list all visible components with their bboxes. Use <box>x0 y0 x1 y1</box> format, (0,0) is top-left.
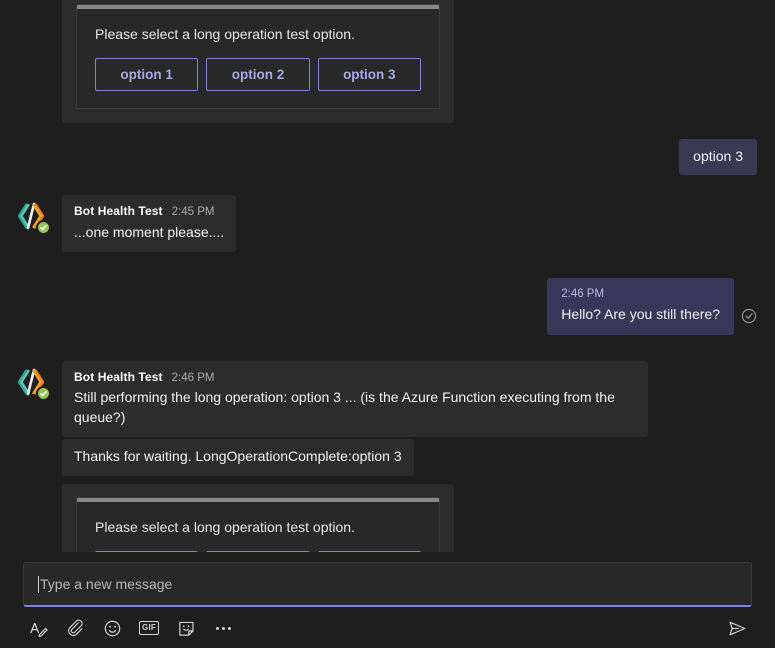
avatar[interactable] <box>14 199 51 236</box>
message-row-bot-still-working: Bot Health Test 2:46 PM Still performing… <box>0 360 775 438</box>
card-bottom-option-1-button[interactable]: option 1 <box>95 551 199 552</box>
presence-badge-available <box>36 385 51 401</box>
message-row-card-top: Please select a long operation test opti… <box>0 0 775 124</box>
user-followup-bubble[interactable]: 2:46 PM Hello? Are you still there? <box>547 277 734 335</box>
adaptive-card-bottom: Please select a long operation test opti… <box>62 484 454 552</box>
adaptive-card-top: Please select a long operation test opti… <box>62 0 454 124</box>
avatar-slot-empty <box>14 439 62 443</box>
bot-waiting-bubble[interactable]: Bot Health Test 2:45 PM ...one moment pl… <box>62 195 237 252</box>
message-timestamp: 2:46 PM <box>561 287 605 300</box>
compose-box[interactable] <box>23 562 752 607</box>
send-icon[interactable] <box>723 616 751 640</box>
user-choice-bubble[interactable]: option 3 <box>679 139 757 176</box>
read-receipt-circle-check-icon <box>741 308 757 324</box>
avatar-slot-empty <box>14 484 62 488</box>
emoji-icon[interactable] <box>98 616 126 640</box>
check-icon <box>40 225 47 231</box>
user-choice-text: option 3 <box>693 148 743 165</box>
card-bottom-option-3-button[interactable]: option 3 <box>317 551 421 552</box>
bot-still-working-bubble[interactable]: Bot Health Test 2:46 PM Still performing… <box>62 360 648 438</box>
message-row-user-followup: 2:46 PM Hello? Are you still there? <box>0 277 775 335</box>
message-row-bot-waiting: Bot Health Test 2:45 PM ...one moment pl… <box>0 195 775 252</box>
user-followup-text: Hello? Are you still there? <box>561 305 720 322</box>
presence-badge-available <box>36 220 51 236</box>
adaptive-card-bottom-body: Please select a long operation test opti… <box>76 497 440 552</box>
chat-application: Please select a long operation test opti… <box>0 0 775 648</box>
card-bottom-option-2-button[interactable]: option 2 <box>206 551 310 552</box>
avatar-slot <box>14 361 62 401</box>
card-top-option-2-button[interactable]: option 2 <box>206 58 310 92</box>
bot-waiting-text: ...one moment please.... <box>74 223 225 240</box>
card-title: Please select a long operation test opti… <box>95 26 355 42</box>
bot-still-working-meta: Bot Health Test 2:46 PM <box>74 369 636 387</box>
message-row-card-bottom: Please select a long operation test opti… <box>0 484 775 552</box>
bot-complete-text: Thanks for waiting. LongOperationComplet… <box>74 448 402 465</box>
text-caret <box>38 575 39 593</box>
adaptive-card-top-body: Please select a long operation test opti… <box>76 4 440 110</box>
message-list[interactable]: Please select a long operation test opti… <box>0 0 775 552</box>
bot-waiting-meta: Bot Health Test 2:45 PM <box>74 203 224 221</box>
card-top-option-3-button[interactable]: option 3 <box>317 58 421 92</box>
message-row-user-choice: option 3 <box>0 139 775 176</box>
gif-label: GIF <box>139 621 159 635</box>
message-timestamp: 2:45 PM <box>171 206 215 219</box>
avatar-slot <box>14 195 62 236</box>
sender-name: Bot Health Test <box>74 369 163 384</box>
format-icon[interactable] <box>24 616 52 640</box>
card-actions: option 1 option 2 option 3 <box>95 551 421 552</box>
attach-icon[interactable] <box>61 616 89 640</box>
bot-complete-bubble[interactable]: Thanks for waiting. LongOperationComplet… <box>62 439 414 477</box>
user-followup-meta: 2:46 PM <box>561 287 720 303</box>
bot-still-working-text: Still performing the long operation: opt… <box>74 389 615 426</box>
card-title: Please select a long operation test opti… <box>95 519 355 536</box>
compose-area: GIF <box>0 552 775 648</box>
compose-toolbar: GIF <box>23 607 752 640</box>
avatar[interactable] <box>14 364 51 401</box>
message-input[interactable] <box>40 563 737 605</box>
message-timestamp: 2:46 PM <box>171 371 215 384</box>
card-top-option-1-button[interactable]: option 1 <box>95 58 199 92</box>
sender-name: Bot Health Test <box>74 204 163 219</box>
message-row-bot-complete: Thanks for waiting. LongOperationComplet… <box>0 439 775 477</box>
more-options-icon[interactable] <box>209 616 237 640</box>
card-actions: option 1 option 2 option 3 <box>95 58 421 92</box>
sticker-icon[interactable] <box>172 616 200 640</box>
check-icon <box>40 390 47 396</box>
gif-icon[interactable]: GIF <box>135 616 163 640</box>
